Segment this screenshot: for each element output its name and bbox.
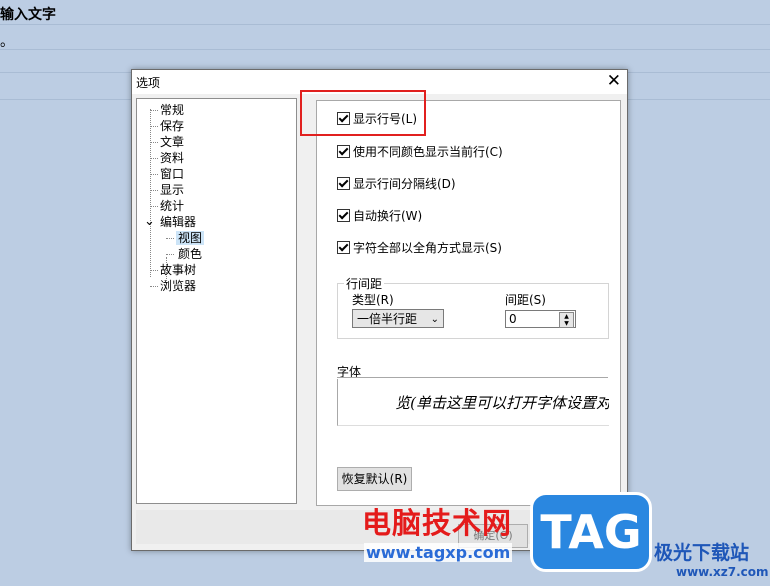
tree-item-save[interactable]: 保存 — [160, 118, 184, 134]
tree-item-editor[interactable]: 编辑器 — [160, 214, 196, 230]
tree-item-display[interactable]: 显示 — [160, 182, 184, 198]
highlight-current-line-checkbox[interactable]: 使用不同颜色显示当前行(C) — [337, 144, 503, 160]
spacing-type-label: 类型(R) — [352, 293, 394, 307]
spacing-gap-spinbox[interactable]: 0 ▲ ▼ — [505, 310, 576, 328]
tree-item-materials[interactable]: 资料 — [160, 150, 184, 166]
reset-defaults-button[interactable]: 恢复默认(R) — [337, 467, 412, 491]
highlight-box — [300, 90, 426, 136]
word-wrap-checkbox[interactable]: 自动换行(W) — [337, 208, 422, 224]
watermark-site-name: 极光下载站 — [654, 542, 750, 564]
tree-item-story-tree[interactable]: 故事树 — [160, 262, 196, 278]
watermark-url: www.tagxp.com — [364, 543, 513, 562]
checkbox-checked-icon — [337, 145, 350, 158]
spin-up-icon[interactable]: ▲ — [560, 313, 573, 320]
divider — [337, 377, 608, 378]
spin-buttons: ▲ ▼ — [559, 312, 574, 328]
watermark-title: 电脑技术网 — [362, 506, 513, 540]
spin-down-icon[interactable]: ▼ — [560, 320, 573, 327]
document-text-line-2: 。 — [0, 34, 14, 50]
document-rule — [0, 24, 770, 25]
checkbox-checked-icon — [337, 241, 350, 254]
line-spacing-title: 行间距 — [344, 275, 385, 292]
close-icon[interactable]: ✕ — [607, 71, 621, 91]
tree-item-colors[interactable]: 颜色 — [178, 246, 202, 262]
options-dialog: 选项 ✕ 常规 保存 文章 资料 窗口 显示 统计 ⌄ 编辑器 视图 颜色 故事… — [131, 69, 628, 551]
view-settings-panel: 显示行号(L) 使用不同颜色显示当前行(C) 显示行间分隔线(D) 自动换行(W… — [316, 100, 621, 506]
full-width-chars-checkbox[interactable]: 字符全部以全角方式显示(S) — [337, 240, 502, 256]
tree-item-view[interactable]: 视图 — [176, 230, 205, 246]
spacing-gap-label: 间距(S) — [505, 293, 546, 307]
tree-item-general[interactable]: 常规 — [160, 102, 184, 118]
tree-item-window[interactable]: 窗口 — [160, 166, 184, 182]
show-line-separators-checkbox[interactable]: 显示行间分隔线(D) — [337, 176, 456, 192]
watermark-site-url: www.xz7.com — [676, 565, 769, 579]
tree-item-browser[interactable]: 浏览器 — [160, 278, 196, 294]
tree-item-statistics[interactable]: 统计 — [160, 198, 184, 214]
watermark-tag-logo: TAG — [530, 492, 652, 572]
line-spacing-group: 行间距 类型(R) 一倍半行距 ⌄ 间距(S) 0 ▲ ▼ — [337, 275, 609, 339]
document-text-line-1: 输入文字 — [0, 7, 56, 23]
expand-chevron-icon[interactable]: ⌄ — [144, 214, 155, 230]
tree-connector — [150, 109, 151, 277]
spacing-type-select[interactable]: 一倍半行距 ⌄ — [352, 309, 444, 328]
checkbox-checked-icon — [337, 177, 350, 190]
options-tree: 常规 保存 文章 资料 窗口 显示 统计 ⌄ 编辑器 视图 颜色 故事树 浏览器 — [136, 98, 297, 504]
dialog-title: 选项 — [136, 76, 161, 90]
document-rule — [0, 49, 770, 50]
checkbox-checked-icon — [337, 209, 350, 222]
tree-item-article[interactable]: 文章 — [160, 134, 184, 150]
chevron-down-icon: ⌄ — [430, 314, 439, 325]
font-preview[interactable]: 览(单击这里可以打开字体设置对 — [337, 379, 609, 426]
